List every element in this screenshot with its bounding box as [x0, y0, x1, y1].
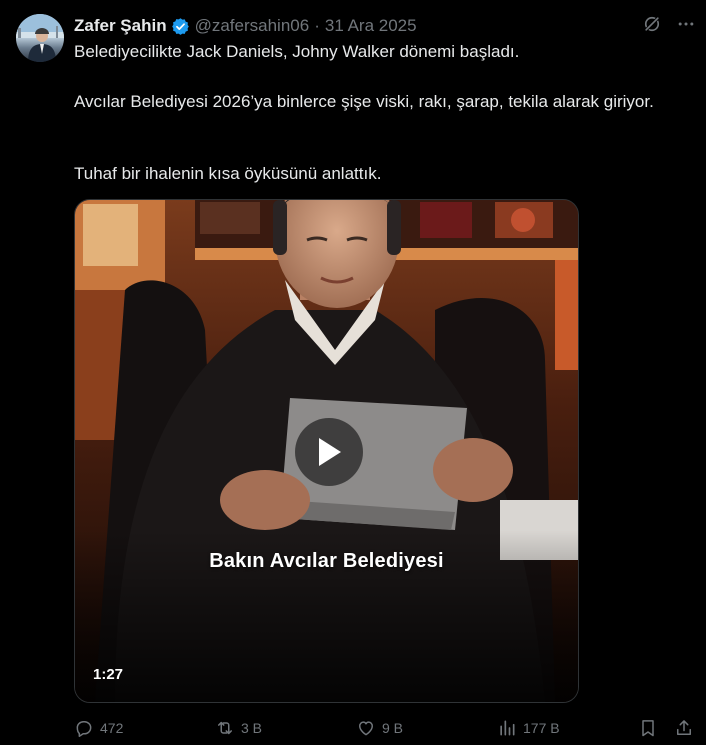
more-icon[interactable]: [676, 14, 696, 34]
play-icon: [319, 438, 341, 466]
tweet: Zafer Şahin @zafersahin06 · 31 Ara 2025: [0, 0, 706, 745]
bookmark-icon: [642, 720, 654, 737]
reply-button[interactable]: 472: [74, 718, 123, 738]
like-count: 9 B: [382, 720, 404, 736]
video-duration: 1:27: [93, 666, 124, 683]
like-button[interactable]: 9 B: [356, 718, 403, 738]
tweet-paragraph: Tuhaf bir ihalenin kısa öyküsünü anlattı…: [74, 164, 382, 183]
play-button[interactable]: [295, 418, 363, 486]
share-icon: [677, 720, 691, 735]
repost-count: 3 B: [241, 720, 263, 736]
video-player[interactable]: Bakın Avcılar Belediyesi 1:27: [74, 199, 579, 703]
verified-badge-icon: [171, 17, 190, 36]
views-count: 177 B: [523, 720, 560, 736]
share-button[interactable]: [674, 718, 694, 738]
tweet-paragraph: Avcılar Belediyesi 2026’ya binlerce şişe…: [74, 92, 654, 111]
video-caption: Bakın Avcılar Belediyesi: [209, 550, 444, 572]
grok-icon[interactable]: [642, 14, 662, 34]
author-name[interactable]: Zafer Şahin: [74, 16, 167, 36]
separator-dot: ·: [314, 16, 320, 35]
repost-icon: [218, 721, 232, 735]
reply-icon: [76, 721, 92, 737]
tweet-header: Zafer Şahin @zafersahin06 · 31 Ara 2025: [74, 15, 626, 37]
views-button[interactable]: 177 B: [497, 718, 560, 738]
tweet-actions: 472 3 B 9 B 177 B: [74, 718, 700, 742]
like-icon: [359, 721, 373, 736]
reply-count: 472: [100, 720, 124, 736]
tweet-date[interactable]: 31 Ara 2025: [325, 16, 417, 36]
bookmark-button[interactable]: [638, 718, 658, 738]
views-icon: [500, 720, 515, 736]
tweet-paragraph: Belediyecilikte Jack Daniels, Johny Walk…: [74, 42, 520, 61]
repost-button[interactable]: 3 B: [215, 718, 262, 738]
top-actions: [642, 14, 696, 34]
author-handle[interactable]: @zafersahin06: [195, 16, 310, 36]
avatar[interactable]: [16, 14, 64, 62]
